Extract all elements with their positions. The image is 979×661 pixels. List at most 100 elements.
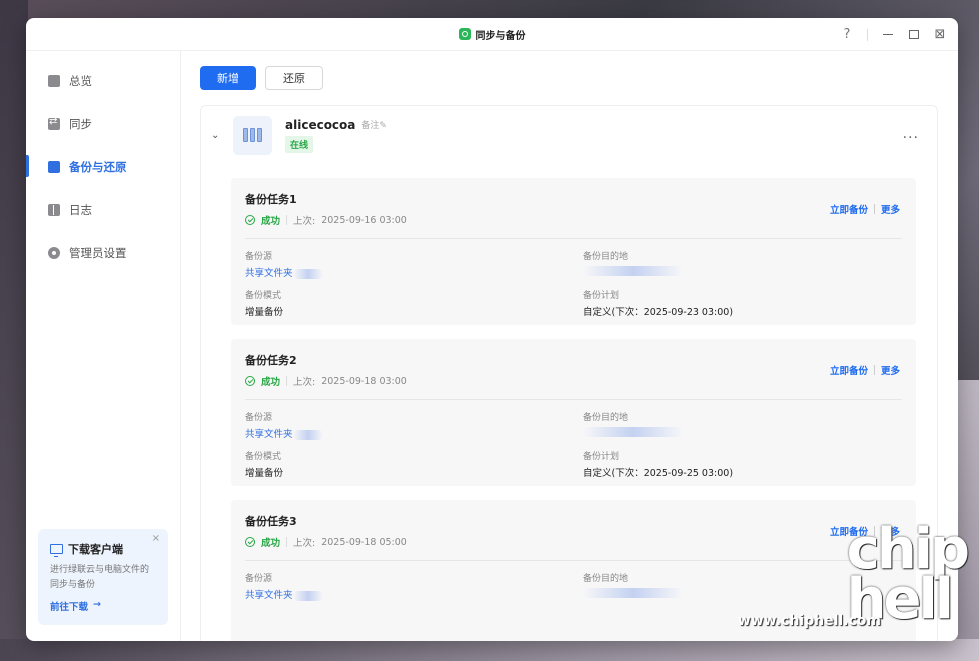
download-card-desc: 进行绿联云与电脑文件的同步与备份 (50, 565, 150, 590)
nas-device-icon (233, 115, 272, 155)
toolbar: 新增 还原 (200, 66, 938, 90)
last-run-label: 上次: (293, 538, 316, 549)
minimize-button[interactable] (882, 29, 894, 41)
sidebar: 总览 同步 备份与还原 日志 管理员设置 × 下载客户端 进行绿联云与电脑文件的… (26, 51, 181, 641)
source-field: 备份源 共享文件夹 (245, 571, 583, 601)
monitor-icon (50, 544, 63, 557)
window-controls: ? ⊠ (841, 18, 946, 51)
redacted-destination (583, 587, 683, 598)
window-title: 同步与备份 (475, 30, 526, 42)
status-divider (286, 376, 288, 386)
source-label: 备份源 (245, 413, 273, 423)
task-actions: 立即备份 更多 (830, 202, 900, 216)
backup-now-button[interactable]: 立即备份 (830, 202, 868, 216)
close-icon[interactable]: × (152, 533, 160, 544)
destination-value (583, 265, 902, 276)
help-icon[interactable]: ? (841, 27, 853, 42)
sidebar-item-label: 同步 (69, 116, 92, 131)
mode-label: 备份模式 (245, 452, 282, 462)
task-status: 成功 上次: 2025-09-16 03:00 (245, 213, 902, 227)
task-status-text: 成功 (261, 538, 281, 549)
sidebar-item-admin-settings[interactable]: 管理员设置 (26, 231, 180, 274)
last-run-label: 上次: (293, 216, 316, 227)
mode-value: 增量备份 (245, 307, 284, 318)
plan-value: 自定义(下次：2025-09-25 03:00) (583, 468, 734, 479)
sidebar-item-label: 管理员设置 (69, 245, 127, 260)
backup-icon (48, 160, 60, 173)
overview-icon (48, 74, 60, 87)
task-divider (245, 399, 902, 400)
actions-divider (873, 365, 875, 375)
backup-task-card: 备份任务2 成功 上次: 2025-09-18 03:00 立即备份 更多 备份 (231, 339, 916, 486)
destination-value (583, 426, 902, 437)
mode-label: 备份模式 (245, 291, 282, 301)
task-status: 成功 上次: 2025-09-18 05:00 (245, 535, 902, 549)
status-divider (286, 215, 288, 225)
sync-backup-app-icon (458, 28, 471, 40)
source-value[interactable]: 共享文件夹 (245, 587, 583, 601)
edit-note-button[interactable]: 备注✎ (361, 118, 387, 131)
download-link[interactable]: 前往下载 → (50, 599, 156, 613)
destination-field: 备份目的地 (583, 410, 902, 440)
task-divider (245, 238, 902, 239)
source-value[interactable]: 共享文件夹 (245, 265, 583, 279)
window-title-wrap: 同步与备份 (458, 27, 526, 42)
success-check-icon (245, 537, 255, 547)
add-button[interactable]: 新增 (200, 66, 256, 90)
main-content: 新增 还原 ⌄ alicecocoa 备注✎ 在线 ··· 备份任务1 成功 上… (182, 51, 958, 641)
more-button[interactable]: 更多 (881, 363, 900, 377)
watermark-logo: chip hell (846, 517, 970, 632)
plan-label: 备份计划 (583, 452, 620, 462)
task-title: 备份任务3 (245, 515, 297, 528)
source-field: 备份源 共享文件夹 (245, 249, 583, 279)
destination-label: 备份目的地 (583, 413, 629, 423)
chevron-down-icon[interactable]: ⌄ (211, 130, 223, 141)
maximize-icon (909, 30, 919, 39)
sidebar-item-backup-restore[interactable]: 备份与还原 (26, 145, 180, 188)
task-status-text: 成功 (261, 216, 281, 227)
device-panel: ⌄ alicecocoa 备注✎ 在线 ··· 备份任务1 成功 上次: 202… (200, 105, 938, 641)
more-button[interactable]: 更多 (881, 202, 900, 216)
controls-divider (867, 28, 868, 41)
sidebar-item-log[interactable]: 日志 (26, 188, 180, 231)
arrow-right-icon: → (93, 599, 101, 610)
redacted-path (292, 590, 323, 601)
restore-button[interactable]: 还原 (265, 66, 323, 90)
last-run-time: 2025-09-18 03:00 (321, 375, 407, 387)
more-options-icon[interactable]: ··· (903, 130, 919, 146)
device-name: alicecocoa (285, 117, 356, 132)
task-title: 备份任务2 (245, 354, 297, 367)
source-value[interactable]: 共享文件夹 (245, 426, 583, 440)
plan-field: 备份计划 自定义(下次：2025-09-23 03:00) (583, 288, 902, 318)
sidebar-item-sync[interactable]: 同步 (26, 102, 180, 145)
source-value-text: 共享文件夹 (245, 590, 293, 601)
download-card-title: 下载客户端 (50, 541, 156, 557)
close-icon: ⊠ (934, 27, 946, 42)
task-actions: 立即备份 更多 (830, 363, 900, 377)
background-left (0, 0, 28, 661)
minimize-icon (883, 33, 893, 36)
close-button[interactable]: ⊠ (934, 27, 946, 42)
source-field: 备份源 共享文件夹 (245, 410, 583, 440)
status-divider (286, 537, 288, 547)
redacted-destination (583, 265, 683, 276)
redacted-path (292, 268, 323, 279)
source-value-text: 共享文件夹 (245, 429, 293, 440)
plan-value: 自定义(下次：2025-09-23 03:00) (583, 307, 734, 318)
device-header: ⌄ alicecocoa 备注✎ 在线 ··· (201, 106, 937, 164)
actions-divider (873, 204, 875, 214)
log-icon (48, 203, 60, 216)
task-divider (245, 560, 902, 561)
redacted-destination (583, 426, 683, 437)
task-status-text: 成功 (261, 377, 281, 388)
mode-value: 增量备份 (245, 468, 284, 479)
sidebar-item-overview[interactable]: 总览 (26, 59, 180, 102)
maximize-button[interactable] (908, 29, 920, 41)
source-label: 备份源 (245, 574, 273, 584)
backup-now-button[interactable]: 立即备份 (830, 363, 868, 377)
title-bar: 同步与备份 ? ⊠ (26, 18, 958, 51)
redacted-path (292, 429, 323, 440)
sidebar-item-label: 总览 (69, 73, 92, 88)
watermark-url: www.chiphell.com (737, 613, 881, 629)
download-client-card: × 下载客户端 进行绿联云与电脑文件的同步与备份 前往下载 → (38, 529, 168, 625)
